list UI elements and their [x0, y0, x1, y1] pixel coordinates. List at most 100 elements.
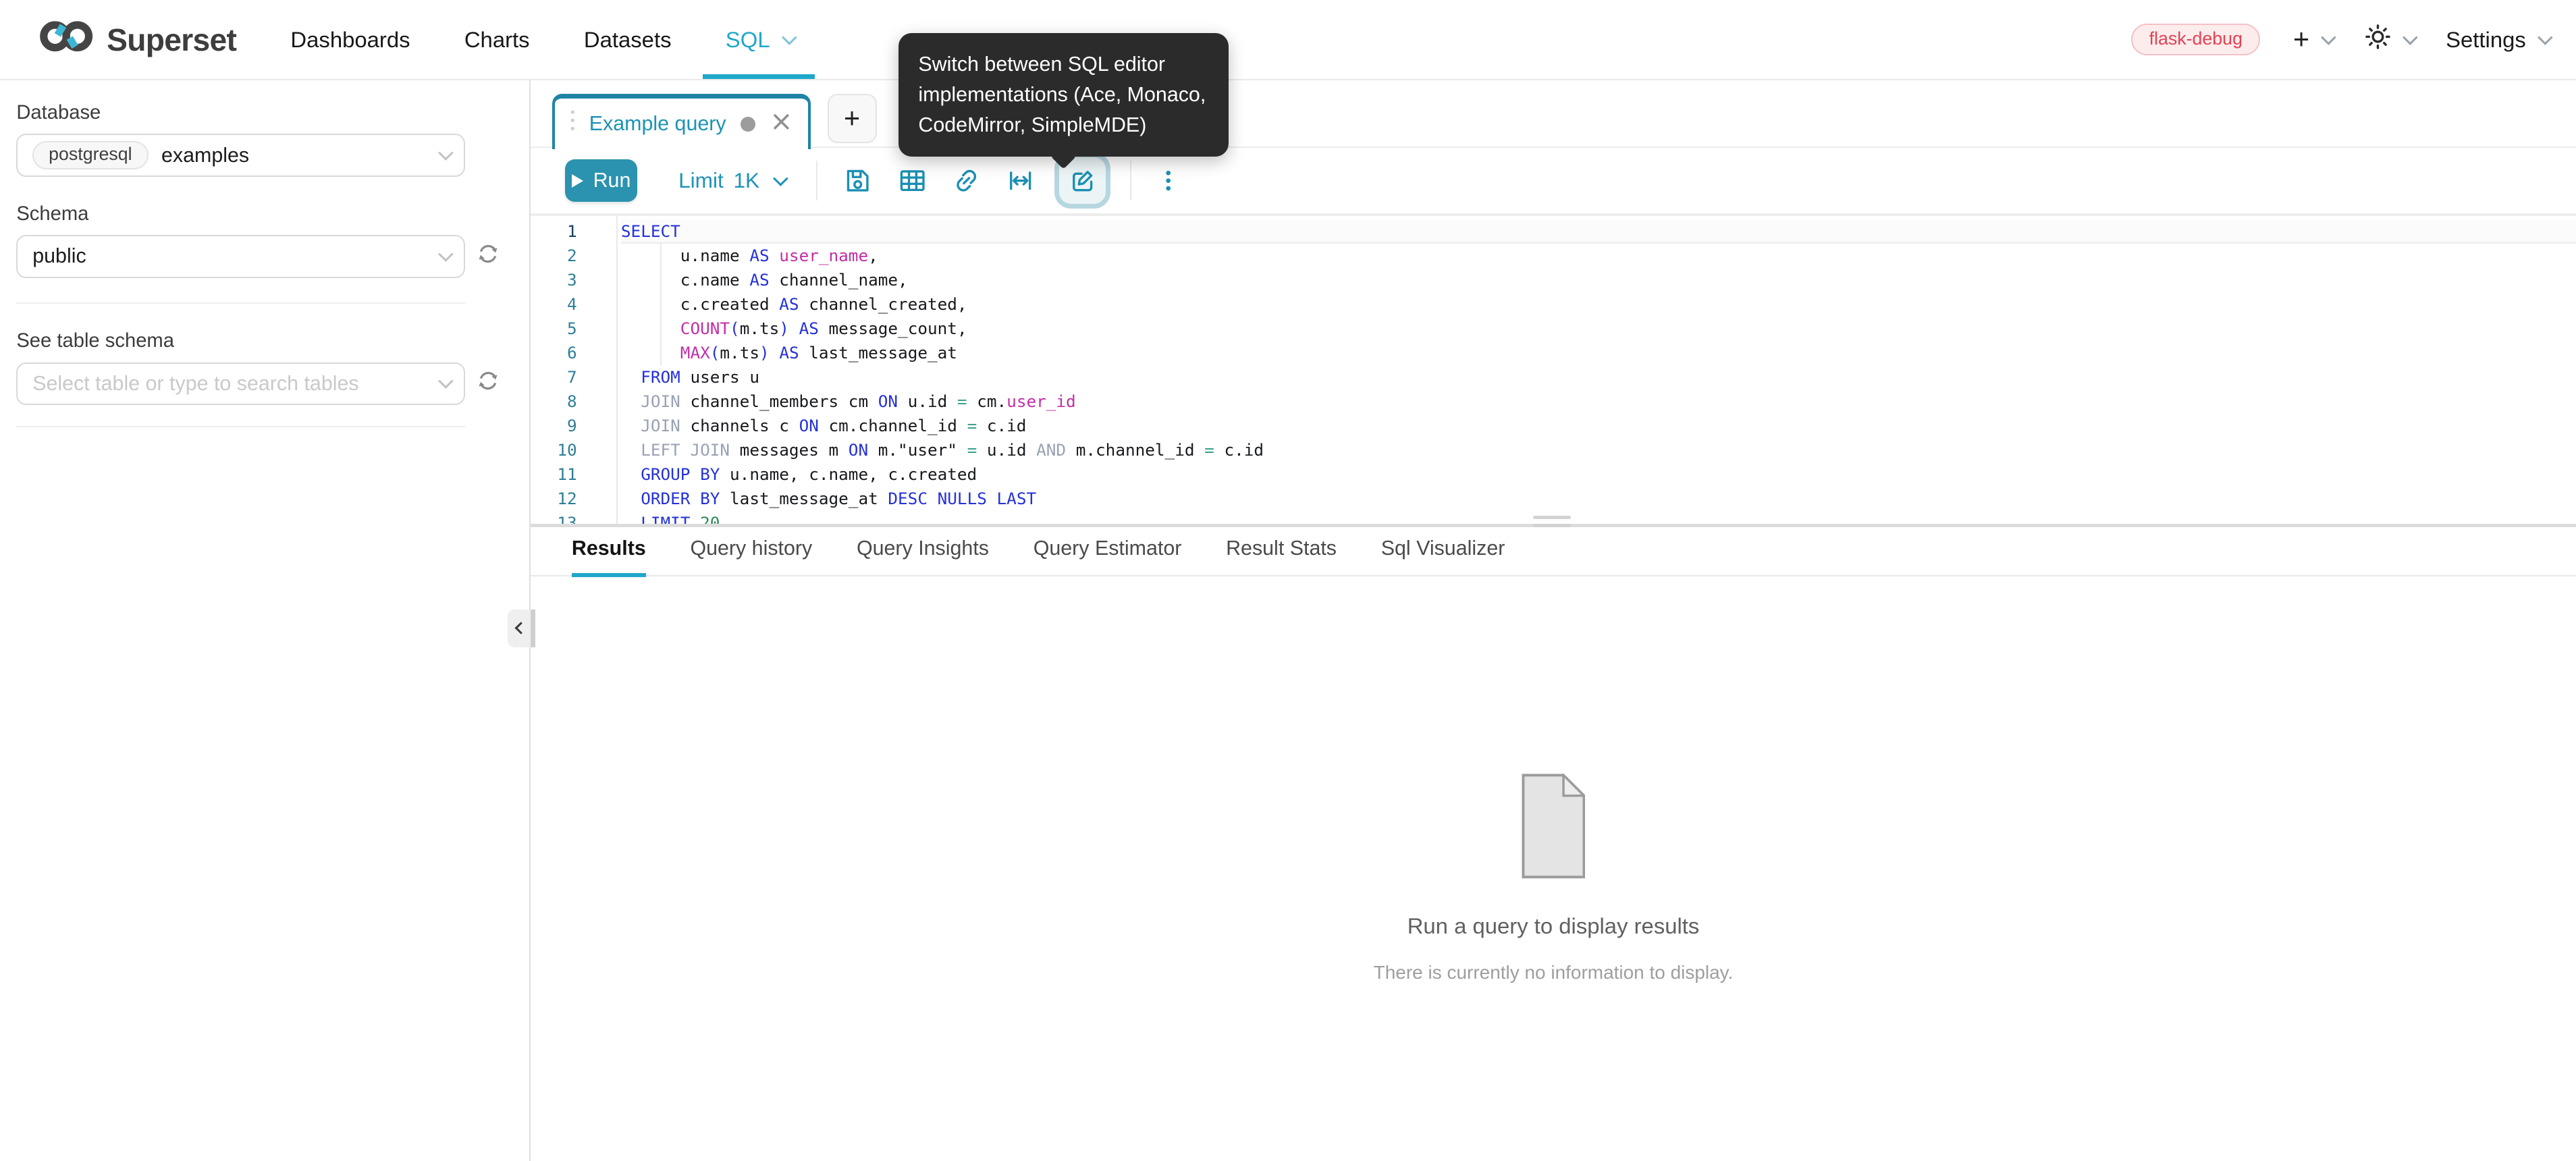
database-select[interactable]: postgresql examples	[16, 134, 464, 176]
editor-line-numbers: 12345678910111213	[531, 216, 618, 524]
code-line: u.name AS user_name,	[621, 244, 2576, 268]
theme-toggle[interactable]	[2365, 24, 2413, 55]
settings-menu[interactable]: Settings	[2446, 27, 2548, 53]
line-number: 4	[531, 292, 577, 317]
toolbar-table-icon[interactable]	[885, 159, 939, 202]
nav-item-dashboards[interactable]: Dashboards	[290, 0, 410, 79]
refresh-schemas-button[interactable]	[477, 242, 500, 271]
unsaved-indicator-dot	[741, 117, 755, 132]
new-item-dropdown[interactable]: +	[2293, 26, 2332, 53]
code-line: c.name AS channel_name,	[621, 268, 2576, 292]
tooltip: Switch between SQL editor implementation…	[898, 33, 1229, 157]
brand-name: Superset	[107, 22, 236, 58]
line-number: 11	[531, 462, 577, 487]
schema-select-value: public	[32, 244, 86, 268]
drag-handle-icon[interactable]	[568, 108, 578, 140]
play-icon	[572, 174, 583, 188]
code-line: SELECT	[621, 219, 2576, 244]
code-line: JOIN channels c ON cm.channel_id = c.id	[621, 414, 2576, 438]
panel-splitter[interactable]	[531, 524, 2576, 527]
settings-label: Settings	[2446, 27, 2526, 53]
refresh-icon	[477, 369, 500, 398]
chevron-down-icon	[2321, 30, 2336, 45]
resize-handle[interactable]	[1533, 516, 1571, 532]
sql-editor[interactable]: 12345678910111213 SELECT u.name AS user_…	[531, 213, 2576, 524]
document-icon	[1522, 774, 1586, 886]
nav-items: Dashboards Charts Datasets SQL	[290, 0, 792, 79]
add-tab-button[interactable]: +	[828, 94, 877, 143]
chevron-down-icon	[438, 246, 453, 261]
results-tab-result-stats[interactable]: Result Stats	[1226, 537, 1337, 575]
schema-label: Schema	[16, 203, 529, 225]
line-number: 9	[531, 414, 577, 438]
row-limit-dropdown[interactable]: Limit 1K	[678, 168, 783, 193]
database-label: Database	[16, 102, 529, 124]
plus-icon: +	[2293, 26, 2309, 53]
table-select[interactable]: Select table or type to search tables	[16, 362, 464, 405]
navbar: Superset DashboardsChartsDatasetsSQL fla…	[0, 0, 2576, 80]
limit-value: 1K	[733, 168, 759, 193]
superset-logo[interactable]: Superset	[39, 18, 236, 61]
line-number: 1	[531, 219, 577, 244]
editor-tab-example-query[interactable]: Example query	[552, 94, 811, 150]
refresh-icon	[477, 242, 500, 271]
line-number: 2	[531, 244, 577, 268]
sqllab-main: Example query +	[531, 80, 2576, 1161]
nav-item-charts[interactable]: Charts	[464, 0, 530, 79]
toolbar-divider	[1130, 161, 1131, 200]
toolbar-icons	[831, 153, 1196, 209]
refresh-tables-button[interactable]	[477, 369, 500, 398]
code-line: COUNT(m.ts) AS message_count,	[621, 317, 2576, 341]
nav-item-sql[interactable]: SQL	[726, 0, 793, 79]
table-schema-label: See table schema	[16, 330, 529, 352]
close-tab-button[interactable]	[772, 111, 790, 136]
line-number: 7	[531, 365, 577, 389]
line-number: 12	[531, 487, 577, 511]
sidebar-divider	[16, 426, 464, 427]
results-tab-query-insights[interactable]: Query Insights	[857, 537, 989, 575]
toolbar-divider	[816, 161, 817, 200]
collapse-sidebar-button[interactable]	[508, 610, 531, 647]
results-tab-results[interactable]: Results	[572, 537, 646, 575]
code-line: FROM users u	[621, 365, 2576, 389]
editor-code[interactable]: SELECT u.name AS user_name, c.name AS ch…	[618, 216, 2576, 524]
database-engine-tag: postgresql	[32, 141, 148, 169]
close-icon	[772, 111, 790, 136]
sidebar-divider	[16, 302, 464, 304]
line-number: 3	[531, 268, 577, 292]
table-select-placeholder: Select table or type to search tables	[32, 372, 358, 396]
plus-icon: +	[844, 105, 860, 132]
chevron-left-icon	[514, 622, 527, 634]
toolbar-save-icon[interactable]	[831, 159, 885, 202]
line-number: 13	[531, 511, 577, 524]
results-tab-sql-visualizer[interactable]: Sql Visualizer	[1381, 537, 1505, 575]
code-line: JOIN channel_members cm ON u.id = cm.use…	[621, 389, 2576, 414]
editor-toolbar: Run Limit 1K	[531, 148, 2576, 213]
line-number: 8	[531, 389, 577, 414]
chevron-down-icon	[782, 30, 797, 45]
database-select-value: examples	[161, 144, 249, 167]
schema-select[interactable]: public	[16, 235, 464, 277]
chevron-down-icon	[2538, 30, 2552, 45]
empty-state-title: Run a query to display results	[1407, 913, 1700, 939]
code-line: LEFT JOIN messages m ON m."user" = u.id …	[621, 438, 2576, 462]
sql-lab-app: Superset DashboardsChartsDatasetsSQL fla…	[0, 0, 2576, 1161]
code-line: GROUP BY u.name, c.name, c.created	[621, 462, 2576, 487]
toolbar-link-icon[interactable]	[940, 159, 994, 202]
line-number: 5	[531, 317, 577, 341]
limit-label: Limit	[678, 168, 724, 193]
code-line: ORDER BY last_message_at DESC NULLS LAST	[621, 487, 2576, 511]
chevron-down-icon	[773, 171, 788, 186]
code-line: c.created AS channel_created,	[621, 292, 2576, 317]
empty-state-subtitle: There is currently no information to dis…	[1374, 962, 1734, 983]
toolbar-fit-width-icon[interactable]	[994, 159, 1048, 202]
sqllab-sidebar: Database postgresql examples Schema publ…	[0, 80, 531, 1161]
nav-item-datasets[interactable]: Datasets	[584, 0, 672, 79]
toolbar-kebab-icon[interactable]	[1142, 159, 1196, 202]
chevron-down-icon	[438, 145, 453, 160]
sidebar-collapse-control	[508, 610, 535, 647]
results-tab-query-estimator[interactable]: Query Estimator	[1034, 537, 1182, 575]
sidebar-resize-handle[interactable]	[531, 610, 535, 647]
results-tab-query-history[interactable]: Query history	[690, 537, 812, 575]
run-query-button[interactable]: Run	[565, 159, 637, 202]
